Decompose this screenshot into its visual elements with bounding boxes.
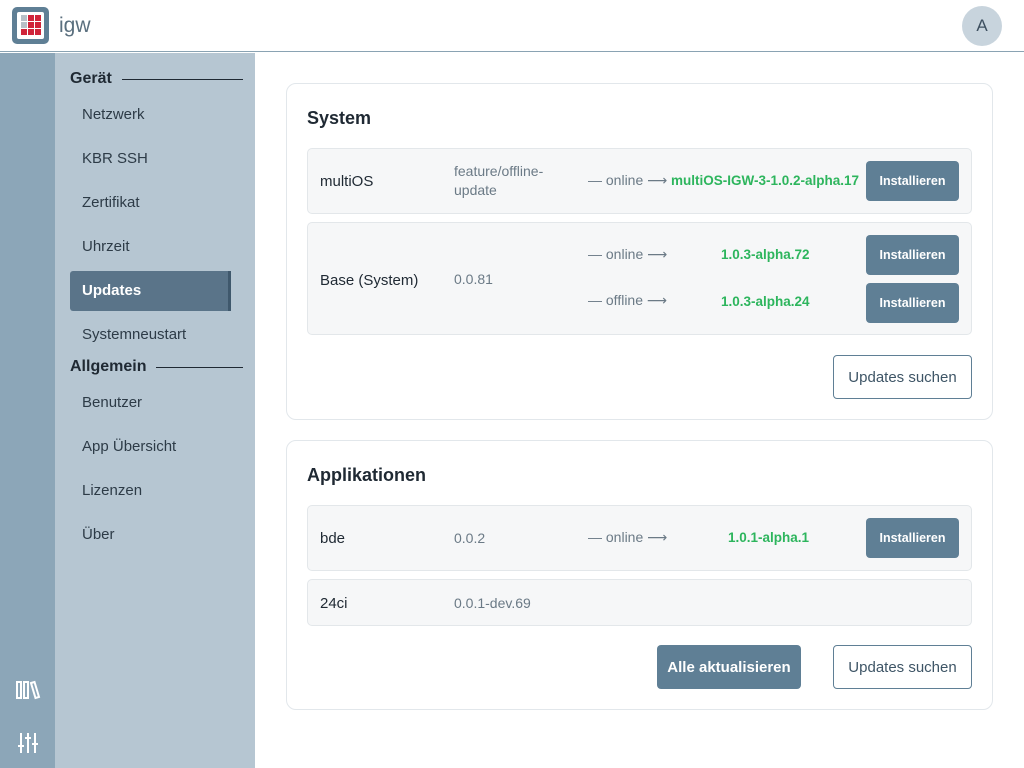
nav-item-updates[interactable]: Updates — [70, 271, 231, 311]
update-row-multios: multiOS feature/offline-update — online … — [307, 148, 972, 214]
top-bar: igw A — [0, 0, 1024, 52]
target-version-offline: 1.0.3-alpha.24 — [721, 294, 810, 309]
package-name: Base (System) — [320, 272, 419, 289]
update-row-bde: bde 0.0.2 — online ⟶ 1.0.1-alpha.1 Insta… — [307, 505, 972, 571]
target-version: 1.0.1-alpha.1 — [728, 530, 810, 545]
install-button-base-offline[interactable]: Installieren — [866, 283, 959, 323]
system-card: System multiOS feature/offline-update — … — [286, 83, 993, 420]
app-logo[interactable] — [12, 7, 49, 44]
target-version: multiOS-IGW-3-1.0.2-alpha.17 — [671, 173, 860, 188]
app-name: igw — [59, 14, 91, 37]
current-version: 0.0.81 — [454, 271, 493, 287]
nav-item-ueber[interactable]: Über — [70, 515, 231, 555]
library-icon[interactable] — [15, 678, 41, 702]
channel-label-online: — online ⟶ — [588, 246, 668, 262]
current-version: 0.0.2 — [454, 530, 486, 546]
nav-item-benutzer[interactable]: Benutzer — [70, 383, 231, 423]
channel-label: — online ⟶ — [588, 172, 668, 188]
channel-label-offline: — offline ⟶ — [588, 292, 667, 308]
applications-title: Applikationen — [307, 465, 427, 485]
target-version-online: 1.0.3-alpha.72 — [721, 247, 810, 262]
system-title: System — [307, 108, 372, 128]
update-row-base: Base (System) 0.0.81 — online ⟶ 1.0.3-al… — [307, 222, 972, 335]
nav-item-systemneustart[interactable]: Systemneustart — [70, 315, 231, 355]
nav-item-netzwerk[interactable]: Netzwerk — [70, 95, 231, 135]
user-avatar[interactable]: A — [962, 6, 1002, 46]
package-name: multiOS — [320, 173, 374, 190]
current-version: 0.0.1-dev.69 — [454, 595, 531, 611]
applications-card: Applikationen bde 0.0.2 — online ⟶ 1.0.1… — [286, 440, 993, 710]
update-all-button[interactable]: Alle aktualisieren — [657, 645, 801, 689]
nav-item-zertifikat[interactable]: Zertifikat — [70, 183, 231, 223]
install-button-multios[interactable]: Installieren — [866, 161, 959, 201]
update-row-24ci: 24ci 0.0.1-dev.69 — [307, 579, 972, 626]
settings-nav: Gerät Netzwerk KBR SSH Zertifikat Uhrzei… — [55, 53, 255, 768]
current-version: feature/offline-update — [454, 163, 544, 198]
nav-item-lizenzen[interactable]: Lizenzen — [70, 471, 231, 511]
nav-section-general: Allgemein — [70, 358, 243, 376]
package-name: 24ci — [320, 595, 348, 612]
nav-item-app-uebersicht[interactable]: App Übersicht — [70, 427, 231, 467]
install-button-bde[interactable]: Installieren — [866, 518, 959, 558]
nav-section-device: Gerät — [70, 70, 243, 88]
channel-label: — online ⟶ — [588, 529, 668, 545]
left-rail — [0, 53, 55, 768]
logo-grid-icon — [17, 12, 44, 39]
sliders-icon[interactable] — [15, 731, 41, 755]
check-updates-button-apps[interactable]: Updates suchen — [833, 645, 972, 689]
package-name: bde — [320, 530, 346, 547]
nav-item-uhrzeit[interactable]: Uhrzeit — [70, 227, 231, 267]
install-button-base-online[interactable]: Installieren — [866, 235, 959, 275]
nav-item-kbr-ssh[interactable]: KBR SSH — [70, 139, 231, 179]
check-updates-button-system[interactable]: Updates suchen — [833, 355, 972, 399]
